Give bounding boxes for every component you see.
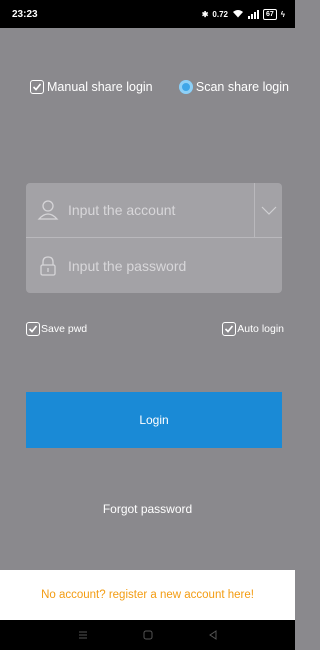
chevron-down-icon <box>261 206 276 215</box>
checkbox-checked-icon[interactable] <box>30 80 44 94</box>
manual-share-login-label: Manual share login <box>47 80 153 94</box>
login-button[interactable]: Login <box>26 392 282 448</box>
status-icons: ✱ 0.72 67 ϟ <box>201 8 285 20</box>
forgot-password-link[interactable]: Forgot password <box>0 502 295 516</box>
register-link[interactable]: No account? register a new account here! <box>0 570 295 620</box>
radio-selected-icon[interactable] <box>178 80 193 94</box>
account-row <box>26 183 282 238</box>
password-row <box>26 238 282 293</box>
back-icon[interactable] <box>207 629 219 641</box>
lock-icon <box>40 255 56 276</box>
auto-login-label: Auto login <box>237 323 284 335</box>
account-input[interactable] <box>68 202 248 218</box>
charging-icon: ϟ <box>280 9 285 19</box>
network-speed: 0.72 <box>212 9 228 19</box>
bluetooth-icon: ✱ <box>201 9 209 19</box>
login-options: Save pwd Auto login <box>26 322 284 336</box>
status-time: 23:23 <box>12 8 38 20</box>
login-mode-selector: Manual share login Scan share login <box>30 80 289 94</box>
register-label: No account? register a new account here! <box>41 589 254 601</box>
wifi-icon <box>232 9 244 20</box>
checkbox-checked-icon[interactable] <box>26 322 40 336</box>
scan-share-login-label: Scan share login <box>195 80 289 94</box>
account-dropdown-button[interactable] <box>254 183 282 238</box>
save-pwd-option[interactable]: Save pwd <box>26 322 87 336</box>
save-pwd-label: Save pwd <box>41 323 88 335</box>
system-nav-bar <box>0 620 295 650</box>
manual-share-login-option[interactable]: Manual share login <box>30 80 153 94</box>
auto-login-option[interactable]: Auto login <box>222 322 284 336</box>
scan-share-login-option[interactable]: Scan share login <box>178 80 289 94</box>
login-form <box>26 183 282 293</box>
password-input[interactable] <box>68 257 248 274</box>
status-bar: 23:23 ✱ 0.72 67 ϟ <box>0 0 295 28</box>
home-icon[interactable] <box>142 629 154 641</box>
checkbox-checked-icon[interactable] <box>222 322 237 336</box>
battery-icon: 67 <box>262 8 277 20</box>
cellular-signal-icon <box>247 9 259 19</box>
user-icon <box>37 200 59 220</box>
menu-icon[interactable] <box>77 629 89 641</box>
